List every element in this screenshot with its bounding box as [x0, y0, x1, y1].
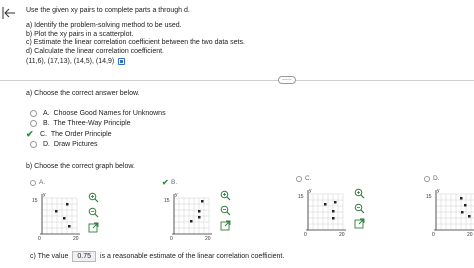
- origin-label: 0: [432, 232, 435, 238]
- part-a-prompt: a) Choose the correct answer below.: [26, 90, 140, 97]
- origin-label: 0: [38, 236, 41, 242]
- section-divider: [0, 80, 474, 81]
- expand-icon[interactable]: [354, 218, 365, 229]
- part-c-suffix: is a reasonable estimate of the linear c…: [100, 253, 285, 260]
- y-tick: 15: [32, 198, 38, 204]
- graph-letter: A.: [39, 179, 46, 186]
- data-point: [332, 217, 335, 220]
- data-point: [66, 203, 69, 206]
- expand-icon[interactable]: [220, 220, 231, 231]
- y-axis-label: y: [437, 188, 440, 194]
- option-text: The Three-Way Principle: [53, 120, 131, 128]
- y-tick: 15: [164, 198, 170, 204]
- part-a-description: a) Identify the problem-solving method t…: [26, 22, 182, 29]
- option-letter: D.: [43, 141, 50, 149]
- checkmark-icon: ✔: [26, 128, 34, 139]
- part-c-prefix: c) The value: [30, 253, 69, 260]
- data-point: [334, 201, 337, 204]
- x-tick: 20: [205, 236, 211, 242]
- data-table-icon[interactable]: [118, 58, 126, 65]
- graph-letter: B.: [171, 179, 178, 186]
- option-letter: C.: [40, 130, 47, 138]
- data-point: [198, 210, 201, 213]
- graph-option-c[interactable]: C.: [296, 174, 312, 183]
- zoom-out-icon[interactable]: [354, 203, 365, 214]
- graph-option-b[interactable]: ✔ B.: [162, 178, 177, 187]
- option-text: Draw Pictures: [53, 141, 98, 149]
- part-d-description: d) Calculate the linear correlation coef…: [26, 47, 165, 55]
- radio-button[interactable]: [30, 179, 36, 186]
- y-tick: 15: [298, 194, 304, 200]
- data-point: [63, 217, 66, 220]
- radio-button[interactable]: [424, 175, 430, 182]
- problem-intro: Use the given xy pairs to complete parts…: [26, 7, 190, 14]
- xy-pairs: (11,6), (17,13), (14,5), (14,9): [26, 58, 126, 65]
- scatterplot-a: y 15 0 20: [32, 192, 80, 242]
- scatterplot-b: y 15 0 20: [164, 192, 212, 242]
- scatterplot-c: y 15 0 20: [298, 188, 346, 238]
- option-b[interactable]: B. The Three-Way Principle: [26, 119, 166, 130]
- graph-letter: D.: [433, 175, 440, 182]
- part-b-prompt: b) Choose the correct graph below.: [26, 163, 135, 170]
- graph-option-d[interactable]: D.: [424, 174, 440, 183]
- data-point: [68, 225, 71, 228]
- more-button[interactable]: .....: [278, 75, 296, 84]
- scatterplot-d: y 15 0 20: [426, 188, 474, 238]
- option-letter: A.: [43, 109, 50, 117]
- correlation-estimate-answer[interactable]: 0.75: [72, 251, 97, 262]
- checkmark-icon: ✔: [162, 178, 169, 187]
- option-text: Choose Good Names for Unknowns: [53, 109, 166, 117]
- data-point: [460, 197, 463, 200]
- radio-button[interactable]: [296, 175, 302, 182]
- data-point: [55, 210, 58, 213]
- data-point: [324, 203, 327, 206]
- radio-button[interactable]: [30, 120, 37, 128]
- zoom-out-icon[interactable]: [220, 205, 231, 216]
- data-point: [332, 210, 335, 213]
- option-d[interactable]: D. Draw Pictures: [26, 140, 166, 151]
- radio-button[interactable]: [30, 109, 37, 117]
- back-arrow-icon[interactable]: [2, 6, 16, 20]
- x-tick: 20: [73, 236, 79, 242]
- zoom-out-icon[interactable]: [88, 207, 99, 218]
- origin-label: 0: [170, 236, 173, 242]
- data-point: [201, 200, 204, 203]
- expand-icon[interactable]: [88, 222, 99, 233]
- y-axis-label: y: [175, 192, 178, 198]
- data-point: [190, 220, 193, 223]
- zoom-in-icon[interactable]: [220, 190, 231, 201]
- option-text: The Order Principle: [50, 130, 112, 138]
- part-c-description: c) Estimate the linear correlation coeff…: [26, 39, 245, 47]
- origin-label: 0: [304, 232, 307, 238]
- part-a-options: A. Choose Good Names for Unknowns B. The…: [26, 108, 166, 150]
- option-c[interactable]: ✔ C. The Order Principle: [26, 129, 166, 140]
- data-point: [461, 211, 464, 214]
- y-axis-label: y: [309, 188, 312, 194]
- data-point: [468, 215, 471, 218]
- problem-parts: a) Identify the problem-solving method t…: [26, 22, 245, 56]
- option-a[interactable]: A. Choose Good Names for Unknowns: [26, 108, 166, 119]
- data-point: [198, 216, 201, 219]
- graph-letter: C.: [305, 175, 312, 182]
- zoom-in-icon[interactable]: [88, 192, 99, 203]
- part-b-description: b) Plot the xy pairs in a scatterplot.: [26, 30, 134, 38]
- option-letter: B.: [43, 120, 50, 128]
- y-tick: 15: [426, 194, 432, 200]
- y-axis-label: y: [43, 192, 46, 198]
- xy-pairs-text: (11,6), (17,13), (14,5), (14,9): [26, 58, 115, 65]
- part-c-statement: c) The value 0.75 is a reasonable estima…: [30, 251, 284, 262]
- data-point: [464, 204, 467, 207]
- x-tick: 20: [467, 232, 473, 238]
- graph-option-a[interactable]: A.: [30, 178, 45, 187]
- zoom-in-icon[interactable]: [354, 188, 365, 199]
- radio-button[interactable]: [30, 141, 37, 149]
- x-tick: 20: [339, 232, 345, 238]
